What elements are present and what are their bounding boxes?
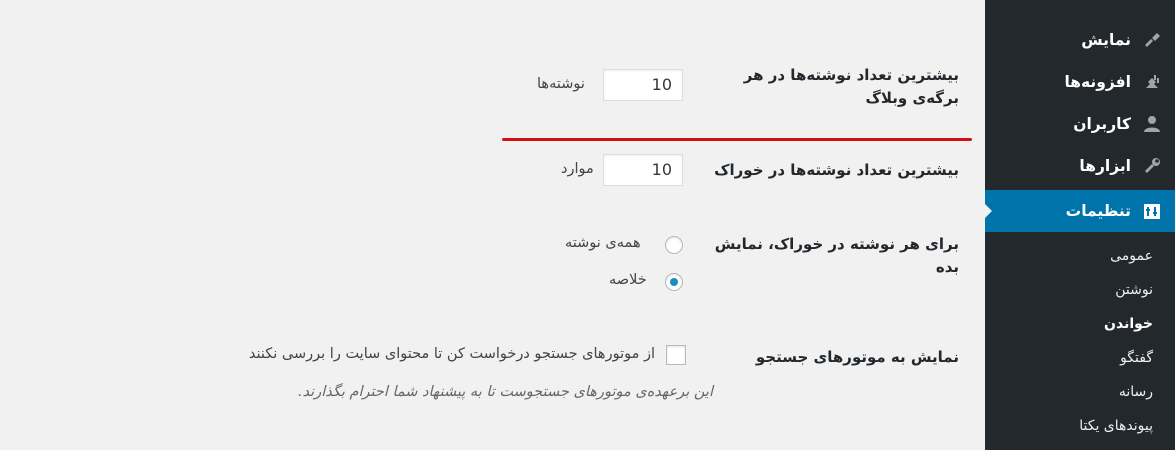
- menu-item-settings[interactable]: تنظیمات: [984, 190, 1175, 232]
- posts-per-page-unit: نوشته‌ها: [537, 76, 585, 92]
- active-indicator-arrow: [984, 203, 992, 219]
- search-engine-label: نمایش به موتورهای جستجو: [755, 348, 959, 366]
- menu-item-label: ابزارها: [1079, 157, 1131, 175]
- full-text-radio[interactable]: [665, 236, 683, 254]
- paintbrush-icon: [1141, 29, 1163, 51]
- menu-item-label: نمایش: [1081, 31, 1131, 49]
- user-icon: [1141, 113, 1163, 135]
- discourage-search-label: از موتورهای جستجو درخواست کن تا محتوای س…: [248, 346, 655, 362]
- posts-per-page-label: بیشترین تعداد نوشته‌ها در هر برگه‌ی وبلا…: [699, 64, 959, 110]
- posts-per-page-label-line1: بیشترین تعداد نوشته‌ها در هر: [743, 66, 959, 84]
- submenu-reading[interactable]: خواندن: [985, 316, 1175, 332]
- submenu-writing[interactable]: نوشتن: [985, 282, 1175, 298]
- search-engine-description: این برعهده‌ی موتورهای جستجوست تا به پیشن…: [297, 384, 713, 400]
- full-text-radio-label: همه‌ی نوشته: [565, 235, 641, 251]
- menu-item-label: کاربران: [1073, 115, 1131, 133]
- wrench-icon: [1141, 155, 1163, 177]
- posts-per-rss-label: بیشترین تعداد نوشته‌ها در خوراک: [714, 161, 959, 179]
- menu-item-tools[interactable]: ابزارها: [985, 145, 1175, 187]
- rss-excerpt-label-line2: بده: [935, 258, 959, 276]
- submenu-discussion[interactable]: گفتگو: [985, 350, 1175, 366]
- settings-icon: [1141, 200, 1163, 222]
- posts-per-rss-input[interactable]: 10: [603, 154, 683, 186]
- red-highlight-underline: [502, 138, 972, 141]
- summary-radio[interactable]: [665, 273, 683, 291]
- menu-item-users[interactable]: کاربران: [985, 103, 1175, 145]
- rss-excerpt-label: برای هر نوشته در خوراک، نمایش بده: [699, 233, 959, 279]
- plugin-icon: [1141, 71, 1163, 93]
- admin-sidebar: نمایش افزونه‌ها کاربران ابزارها تنظیمات …: [984, 0, 1175, 450]
- menu-item-appearance[interactable]: نمایش: [985, 19, 1175, 61]
- posts-per-page-input[interactable]: 10: [603, 69, 683, 101]
- posts-per-page-label-line2: برگه‌ی وبلاگ: [865, 89, 959, 107]
- discourage-search-checkbox[interactable]: [666, 345, 686, 365]
- rss-excerpt-label-line1: برای هر نوشته در خوراک، نمایش: [714, 235, 959, 253]
- menu-item-label: تنظیمات: [1065, 202, 1131, 220]
- posts-per-rss-unit: موارد: [561, 161, 594, 177]
- submenu-permalinks[interactable]: پیوندهای یکتا: [985, 418, 1175, 434]
- menu-item-plugins[interactable]: افزونه‌ها: [985, 61, 1175, 103]
- submenu-media[interactable]: رسانه: [985, 384, 1175, 400]
- summary-radio-label: خلاصه: [609, 272, 647, 288]
- submenu-general[interactable]: عمومی: [985, 248, 1175, 264]
- menu-item-label: افزونه‌ها: [1064, 73, 1131, 91]
